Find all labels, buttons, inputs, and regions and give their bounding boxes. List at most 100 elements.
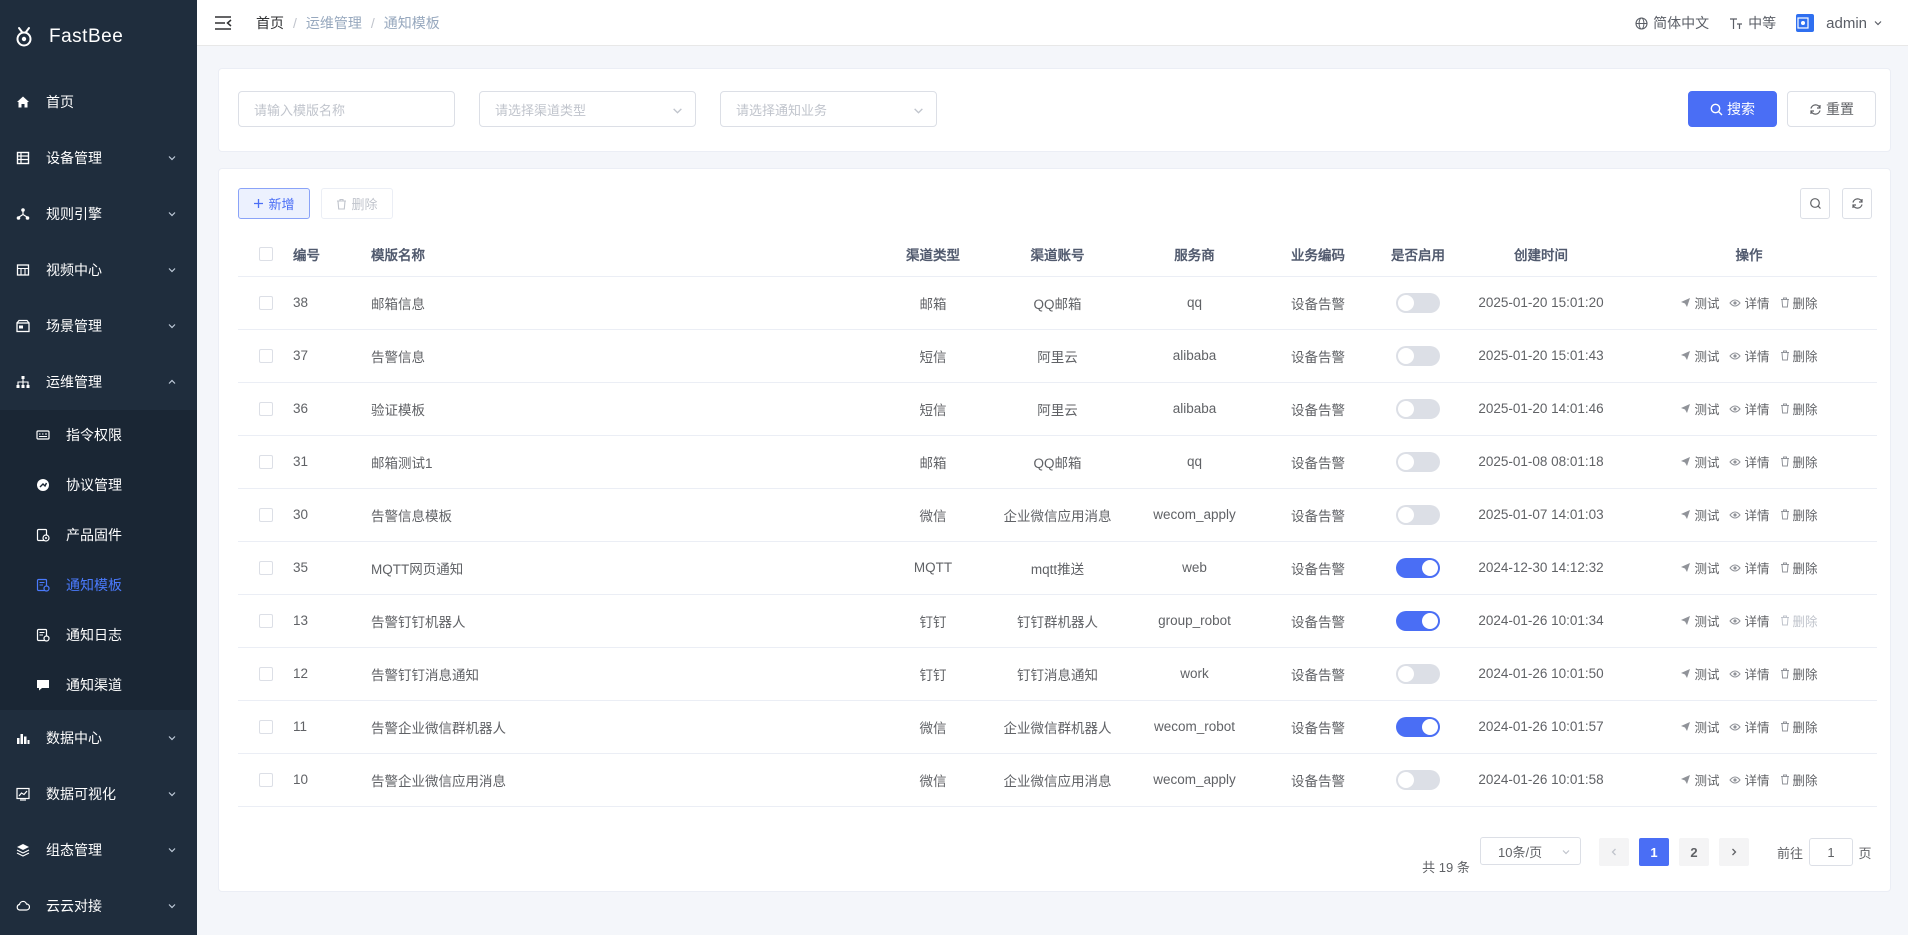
- detail-button[interactable]: 详情: [1729, 346, 1770, 365]
- delete-button[interactable]: 删除: [1780, 611, 1818, 630]
- reset-button[interactable]: 重置: [1787, 91, 1876, 127]
- enable-switch[interactable]: [1396, 451, 1440, 472]
- sidebar-subitem-template[interactable]: 通知模板: [0, 560, 197, 610]
- sidebar-subitem-protocol[interactable]: 协议管理: [0, 460, 197, 510]
- test-button[interactable]: 测试: [1680, 505, 1719, 524]
- sidebar-item-rules[interactable]: 规则引擎: [0, 186, 197, 242]
- row-checkbox[interactable]: [258, 720, 273, 735]
- cell-id: 37: [293, 329, 371, 383]
- delete-button[interactable]: 删除: [1780, 452, 1818, 471]
- detail-button[interactable]: 详情: [1729, 770, 1770, 789]
- row-checkbox[interactable]: [258, 296, 273, 311]
- table-row: 11 告警企业微信群机器人 微信 企业微信群机器人 wecom_robot 设备告警 202…: [238, 700, 1877, 754]
- delete-label: 删除: [1792, 403, 1818, 417]
- cell-enabled: [1375, 382, 1461, 436]
- sidebar-subitem-log[interactable]: 通知日志: [0, 610, 197, 660]
- user-menu[interactable]: admin: [1796, 14, 1888, 32]
- test-button[interactable]: 测试: [1680, 293, 1719, 312]
- prev-page-button[interactable]: [1599, 838, 1629, 866]
- logo[interactable]: FastBee: [0, 0, 197, 74]
- sidebar-item-device[interactable]: 设备管理: [0, 130, 197, 186]
- goto-page-input[interactable]: 1: [1809, 838, 1853, 866]
- enable-switch[interactable]: [1396, 292, 1440, 313]
- sidebar-item-config[interactable]: 组态管理: [0, 822, 197, 878]
- row-checkbox[interactable]: [258, 402, 273, 417]
- sidebar-item-home[interactable]: 首页: [0, 74, 197, 130]
- test-button[interactable]: 测试: [1680, 717, 1719, 736]
- enable-switch[interactable]: [1396, 345, 1440, 366]
- page-size-select[interactable]: 10条/页: [1480, 837, 1581, 865]
- enable-switch[interactable]: [1396, 610, 1440, 631]
- template-name-input[interactable]: 请输入模版名称: [238, 91, 455, 127]
- detail-button[interactable]: 详情: [1729, 293, 1770, 312]
- select-all-checkbox[interactable]: [258, 247, 273, 262]
- enable-switch[interactable]: [1396, 398, 1440, 419]
- row-checkbox[interactable]: [258, 614, 273, 629]
- search-button[interactable]: 搜索: [1688, 91, 1777, 127]
- enable-switch[interactable]: [1396, 504, 1440, 525]
- font-size-icon: [1730, 17, 1743, 29]
- delete-button[interactable]: 删除: [1780, 558, 1818, 577]
- delete-button[interactable]: 删除: [1780, 505, 1818, 524]
- row-checkbox[interactable]: [258, 349, 273, 364]
- row-checkbox[interactable]: [258, 561, 273, 576]
- business-select[interactable]: 请选择通知业务: [720, 91, 937, 127]
- test-button[interactable]: 测试: [1680, 346, 1719, 365]
- test-button[interactable]: 测试: [1680, 664, 1719, 683]
- sidebar-item-video[interactable]: 视频中心: [0, 242, 197, 298]
- test-button[interactable]: 测试: [1680, 399, 1719, 418]
- test-button[interactable]: 测试: [1680, 558, 1719, 577]
- row-checkbox[interactable]: [258, 667, 273, 682]
- size-switch[interactable]: 中等: [1729, 13, 1776, 33]
- enable-switch[interactable]: [1396, 663, 1440, 684]
- delete-button[interactable]: 删除: [1780, 293, 1818, 312]
- detail-button[interactable]: 详情: [1729, 505, 1770, 524]
- channel-type-select[interactable]: 请选择渠道类型: [479, 91, 696, 127]
- detail-button[interactable]: 详情: [1729, 399, 1770, 418]
- delete-button[interactable]: 删除: [1780, 770, 1818, 789]
- row-checkbox[interactable]: [258, 773, 273, 788]
- language-switch[interactable]: 简体中文: [1635, 13, 1709, 33]
- refresh-table-button[interactable]: [1842, 188, 1872, 219]
- sidebar-item-cloud[interactable]: 云云对接: [0, 878, 197, 934]
- detail-button[interactable]: 详情: [1729, 452, 1770, 471]
- page-2-button[interactable]: 2: [1679, 838, 1709, 866]
- sidebar-subitem-channel[interactable]: 通知渠道: [0, 660, 197, 710]
- page-1-button[interactable]: 1: [1639, 838, 1669, 866]
- sidebar-item-data[interactable]: 数据中心: [0, 710, 197, 766]
- detail-button[interactable]: 详情: [1729, 558, 1770, 577]
- detail-button[interactable]: 详情: [1729, 611, 1770, 630]
- delete-button[interactable]: 删除: [1780, 399, 1818, 418]
- sidebar-item-ops[interactable]: 运维管理: [0, 354, 197, 410]
- sidebar-item-visual[interactable]: 数据可视化: [0, 766, 197, 822]
- test-button[interactable]: 测试: [1680, 770, 1719, 789]
- col-ops: 操作: [1621, 232, 1877, 277]
- cell-provider: alibaba: [1128, 329, 1261, 383]
- detail-button[interactable]: 详情: [1729, 717, 1770, 736]
- menu-fold-icon[interactable]: [214, 15, 232, 31]
- detail-button[interactable]: 详情: [1729, 664, 1770, 683]
- enable-switch[interactable]: [1396, 716, 1440, 737]
- delete-button[interactable]: 删除: [1780, 346, 1818, 365]
- delete-button[interactable]: 删除: [1780, 717, 1818, 736]
- sidebar-subitem-firmware[interactable]: 产品固件: [0, 510, 197, 560]
- row-checkbox[interactable]: [258, 455, 273, 470]
- row-checkbox[interactable]: [258, 508, 273, 523]
- batch-delete-button[interactable]: 删除: [321, 188, 393, 219]
- breadcrumb-home[interactable]: 首页: [256, 13, 284, 33]
- test-button[interactable]: 测试: [1680, 611, 1719, 630]
- cell-id: 11: [293, 700, 371, 754]
- add-button[interactable]: 新增: [238, 188, 310, 219]
- delete-button[interactable]: 删除: [1780, 664, 1818, 683]
- sidebar-item-scene[interactable]: 场景管理: [0, 298, 197, 354]
- sidebar-item-label: 指令权限: [66, 427, 122, 443]
- breadcrumb-ops[interactable]: 运维管理: [306, 13, 362, 33]
- test-button[interactable]: 测试: [1680, 452, 1719, 471]
- cell-channel: 短信: [879, 382, 987, 436]
- enable-switch[interactable]: [1396, 769, 1440, 790]
- toggle-search-button[interactable]: [1800, 188, 1830, 219]
- send-icon: [1681, 616, 1691, 625]
- enable-switch[interactable]: [1396, 557, 1440, 578]
- next-page-button[interactable]: [1719, 838, 1749, 866]
- sidebar-subitem-command[interactable]: 指令权限: [0, 410, 197, 460]
